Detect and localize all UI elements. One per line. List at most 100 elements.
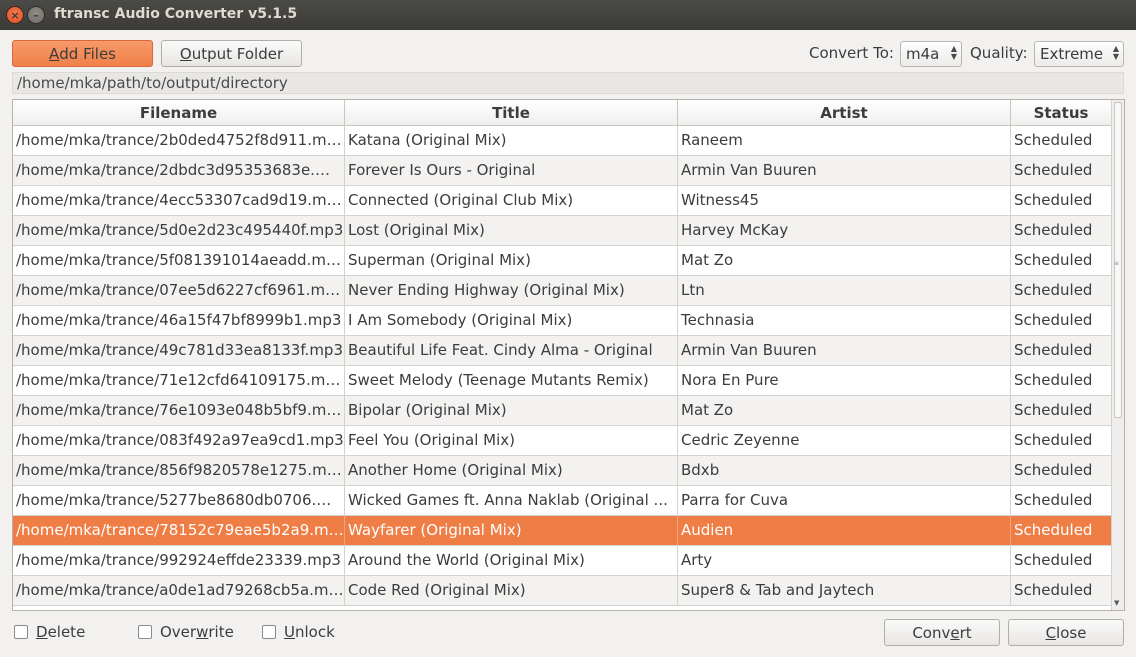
filename-cell[interactable]: /home/mka/trance/5f081391014aeadd.mp3 <box>13 246 345 275</box>
table-row[interactable]: /home/mka/trance/5d0e2d23c495440f.mp3 Los… <box>13 216 1112 246</box>
delete-checkbox-box[interactable] <box>14 625 28 639</box>
filename-cell[interactable]: /home/mka/trance/5277be8680db0706.m... <box>13 486 345 515</box>
overwrite-checkbox-box[interactable] <box>138 625 152 639</box>
status-cell[interactable]: Scheduled <box>1011 396 1112 425</box>
status-cell[interactable]: Scheduled <box>1011 276 1112 305</box>
status-cell[interactable]: Scheduled <box>1011 126 1112 155</box>
table-row[interactable]: /home/mka/trance/2dbdc3d95353683e.mp3 For… <box>13 156 1112 186</box>
close-window-button[interactable]: × <box>6 6 24 24</box>
table-row[interactable]: /home/mka/trance/07ee5d6227cf6961.mp3 Nev… <box>13 276 1112 306</box>
filename-cell[interactable]: /home/mka/trance/76e1093e048b5bf9.mp3 <box>13 396 345 425</box>
status-cell[interactable]: Scheduled <box>1011 186 1112 215</box>
column-header-title[interactable]: Title <box>345 100 678 126</box>
title-cell[interactable]: Forever Is Ours - Original <box>345 156 678 185</box>
scroll-down-icon[interactable]: ▼ <box>1114 599 1119 607</box>
filename-cell[interactable]: /home/mka/trance/4ecc53307cad9d19.mp3 <box>13 186 345 215</box>
title-cell[interactable]: Katana (Original Mix) <box>345 126 678 155</box>
table-row[interactable]: /home/mka/trance/5f081391014aeadd.mp3 Sup… <box>13 246 1112 276</box>
title-cell[interactable]: Connected (Original Club Mix) <box>345 186 678 215</box>
title-cell[interactable]: Wicked Games ft. Anna Naklab (Original .… <box>345 486 678 515</box>
filename-cell[interactable]: /home/mka/trance/46a15f47bf8999b1.mp3 <box>13 306 345 335</box>
unlock-checkbox[interactable]: Unlock <box>262 623 335 641</box>
artist-cell[interactable]: Super8 & Tab and Jaytech <box>678 576 1011 605</box>
column-header-artist[interactable]: Artist <box>678 100 1011 126</box>
output-folder-button[interactable]: Output Folder <box>161 40 302 67</box>
column-header-status[interactable]: Status <box>1011 100 1112 126</box>
table-row[interactable]: /home/mka/trance/2b0ded4752f8d911.mp3 Kat… <box>13 126 1112 156</box>
filename-cell[interactable]: /home/mka/trance/78152c79eae5b2a9.mp3 <box>13 516 345 545</box>
title-cell[interactable]: Never Ending Highway (Original Mix) <box>345 276 678 305</box>
table-row[interactable]: /home/mka/trance/992924effde23339.mp3 Aro… <box>13 546 1112 576</box>
table-row[interactable]: /home/mka/trance/a0de1ad79268cb5a.mp3 Cod… <box>13 576 1112 606</box>
filename-cell[interactable]: /home/mka/trance/71e12cfd64109175.mp3 <box>13 366 345 395</box>
title-cell[interactable]: Around the World (Original Mix) <box>345 546 678 575</box>
close-button[interactable]: Close <box>1008 619 1124 646</box>
unlock-checkbox-box[interactable] <box>262 625 276 639</box>
artist-cell[interactable]: Harvey McKay <box>678 216 1011 245</box>
artist-cell[interactable]: Arty <box>678 546 1011 575</box>
artist-cell[interactable]: Armin Van Buuren <box>678 156 1011 185</box>
column-header-filename[interactable]: Filename <box>13 100 345 126</box>
status-cell[interactable]: Scheduled <box>1011 486 1112 515</box>
artist-cell[interactable]: Technasia <box>678 306 1011 335</box>
delete-checkbox[interactable]: Delete <box>14 623 85 641</box>
artist-cell[interactable]: Raneem <box>678 126 1011 155</box>
table-row[interactable]: /home/mka/trance/78152c79eae5b2a9.mp3 Way… <box>13 516 1112 546</box>
title-cell[interactable]: Beautiful Life Feat. Cindy Alma - Origin… <box>345 336 678 365</box>
status-cell[interactable]: Scheduled <box>1011 366 1112 395</box>
vertical-scrollbar[interactable]: ▲ ≡ ▼ <box>1111 100 1124 610</box>
title-cell[interactable]: Superman (Original Mix) <box>345 246 678 275</box>
minimize-window-button[interactable]: – <box>27 6 45 24</box>
status-cell[interactable]: Scheduled <box>1011 456 1112 485</box>
filename-cell[interactable]: /home/mka/trance/083f492a97ea9cd1.mp3 <box>13 426 345 455</box>
artist-cell[interactable]: Audien <box>678 516 1011 545</box>
title-cell[interactable]: Lost (Original Mix) <box>345 216 678 245</box>
filename-cell[interactable]: /home/mka/trance/992924effde23339.mp3 <box>13 546 345 575</box>
table-row[interactable]: /home/mka/trance/4ecc53307cad9d19.mp3 Con… <box>13 186 1112 216</box>
status-cell[interactable]: Scheduled <box>1011 576 1112 605</box>
filename-cell[interactable]: /home/mka/trance/07ee5d6227cf6961.mp3 <box>13 276 345 305</box>
artist-cell[interactable]: Armin Van Buuren <box>678 336 1011 365</box>
table-row[interactable]: /home/mka/trance/46a15f47bf8999b1.mp3 I A… <box>13 306 1112 336</box>
status-cell[interactable]: Scheduled <box>1011 156 1112 185</box>
title-cell[interactable]: Code Red (Original Mix) <box>345 576 678 605</box>
status-cell[interactable]: Scheduled <box>1011 546 1112 575</box>
quality-select[interactable]: Extreme ▲ ▼ <box>1034 41 1124 67</box>
status-cell[interactable]: Scheduled <box>1011 246 1112 275</box>
status-cell[interactable]: Scheduled <box>1011 216 1112 245</box>
title-cell[interactable]: Wayfarer (Original Mix) <box>345 516 678 545</box>
title-cell[interactable]: Bipolar (Original Mix) <box>345 396 678 425</box>
artist-cell[interactable]: Ltn <box>678 276 1011 305</box>
table-row[interactable]: /home/mka/trance/083f492a97ea9cd1.mp3 Fee… <box>13 426 1112 456</box>
status-cell[interactable]: Scheduled <box>1011 336 1112 365</box>
artist-cell[interactable]: Mat Zo <box>678 246 1011 275</box>
filename-cell[interactable]: /home/mka/trance/856f9820578e1275.mp3 <box>13 456 345 485</box>
table-row[interactable]: /home/mka/trance/49c781d33ea8133f.mp3 Bea… <box>13 336 1112 366</box>
filename-cell[interactable]: /home/mka/trance/49c781d33ea8133f.mp3 <box>13 336 345 365</box>
table-row[interactable]: /home/mka/trance/856f9820578e1275.mp3 Ano… <box>13 456 1112 486</box>
add-files-button[interactable]: Add Files <box>12 40 153 67</box>
table-row[interactable]: /home/mka/trance/76e1093e048b5bf9.mp3 Bip… <box>13 396 1112 426</box>
artist-cell[interactable]: Mat Zo <box>678 396 1011 425</box>
table-row[interactable]: /home/mka/trance/71e12cfd64109175.mp3 Swe… <box>13 366 1112 396</box>
artist-cell[interactable]: Witness45 <box>678 186 1011 215</box>
status-cell[interactable]: Scheduled <box>1011 516 1112 545</box>
artist-cell[interactable]: Parra for Cuva <box>678 486 1011 515</box>
title-cell[interactable]: Sweet Melody (Teenage Mutants Remix) <box>345 366 678 395</box>
filename-cell[interactable]: /home/mka/trance/2dbdc3d95353683e.mp3 <box>13 156 345 185</box>
convert-to-select[interactable]: m4a ▲ ▼ <box>900 41 962 67</box>
status-cell[interactable]: Scheduled <box>1011 426 1112 455</box>
filename-cell[interactable]: /home/mka/trance/2b0ded4752f8d911.mp3 <box>13 126 345 155</box>
overwrite-checkbox[interactable]: Over w rite <box>138 623 234 641</box>
filename-cell[interactable]: /home/mka/trance/a0de1ad79268cb5a.mp3 <box>13 576 345 605</box>
filename-cell[interactable]: /home/mka/trance/5d0e2d23c495440f.mp3 <box>13 216 345 245</box>
convert-button[interactable]: Conv e rt <box>884 619 1000 646</box>
artist-cell[interactable]: Nora En Pure <box>678 366 1011 395</box>
status-cell[interactable]: Scheduled <box>1011 306 1112 335</box>
artist-cell[interactable]: Cedric Zeyenne <box>678 426 1011 455</box>
title-cell[interactable]: Another Home (Original Mix) <box>345 456 678 485</box>
title-cell[interactable]: I Am Somebody (Original Mix) <box>345 306 678 335</box>
artist-cell[interactable]: Bdxb <box>678 456 1011 485</box>
title-cell[interactable]: Feel You (Original Mix) <box>345 426 678 455</box>
table-row[interactable]: /home/mka/trance/5277be8680db0706.m... Wi… <box>13 486 1112 516</box>
